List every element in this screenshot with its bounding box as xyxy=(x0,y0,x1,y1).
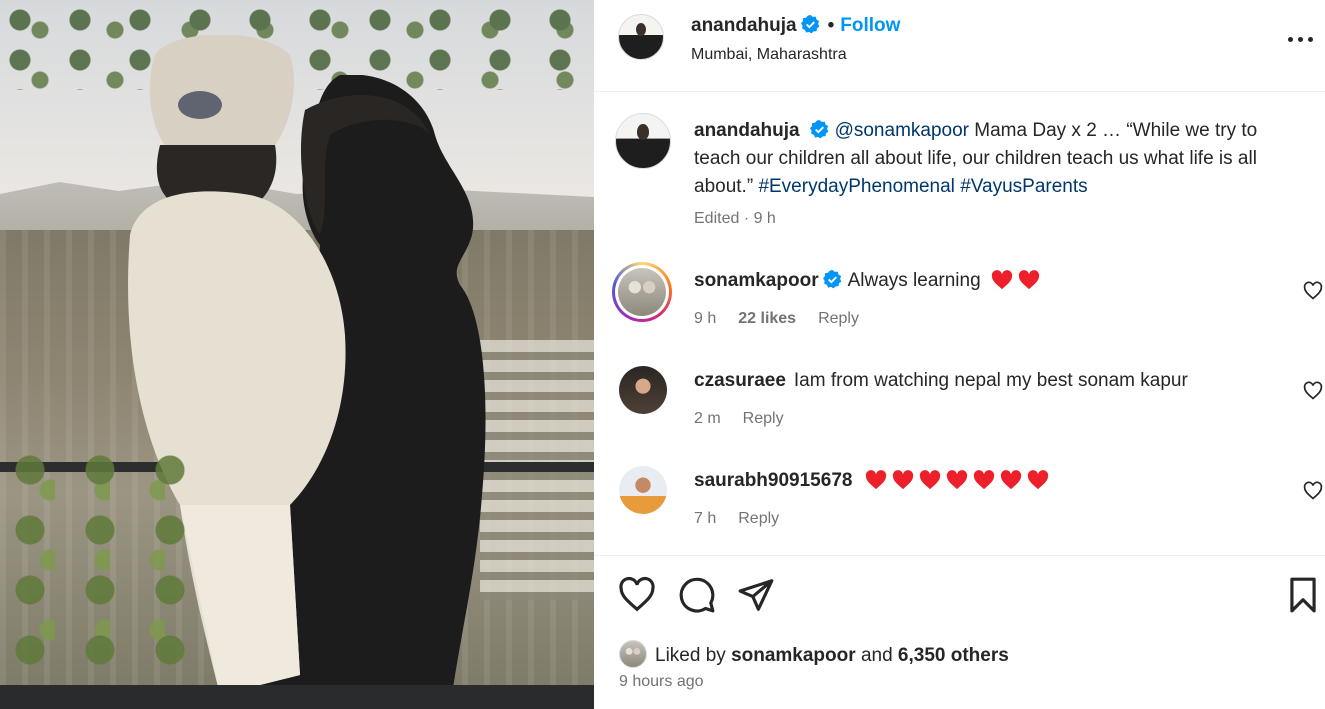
red-heart-emoji xyxy=(947,470,968,490)
post-location[interactable]: Mumbai, Maharashtra xyxy=(691,46,847,64)
comment-time: 2 m xyxy=(694,410,721,427)
red-heart-emoji-group xyxy=(986,270,1040,291)
author-avatar[interactable] xyxy=(618,14,664,60)
paper-plane-icon[interactable] xyxy=(737,576,775,614)
comment-item: czasuraee Iam from watching nepal my best… xyxy=(694,370,1188,392)
comment-likes-count[interactable]: 22 likes xyxy=(738,310,796,327)
caption-author-avatar[interactable] xyxy=(615,113,671,169)
post-header: anandahuja • Follow Mumbai, Maharashtra xyxy=(594,0,1325,92)
comment-avatar xyxy=(618,268,666,316)
author-line: anandahuja • Follow xyxy=(691,15,900,37)
red-heart-emoji xyxy=(991,270,1013,290)
liked-by-prefix: Liked by xyxy=(655,645,726,666)
red-heart-emoji xyxy=(974,470,995,490)
comment-body: Always learning xyxy=(847,270,981,291)
comment-time: 7 h xyxy=(694,510,717,527)
verified-badge-icon xyxy=(822,270,841,289)
post-details-panel: anandahuja • Follow Mumbai, Maharashtra an… xyxy=(594,0,1325,709)
red-heart-emoji xyxy=(866,470,887,490)
reply-button[interactable]: Reply xyxy=(738,510,779,527)
verified-badge-icon xyxy=(800,15,819,34)
caption-meta: Edited · 9 h xyxy=(694,210,776,227)
red-heart-emoji xyxy=(893,470,914,490)
post-actions-bar: Liked by sonamkapoor and 6,350 others 9 … xyxy=(594,555,1325,709)
comment-meta: 9 h 22 likes Reply xyxy=(694,310,859,328)
reply-button[interactable]: Reply xyxy=(818,310,859,327)
photo-lower-railing xyxy=(0,685,594,709)
comment-time: 9 h xyxy=(694,310,717,327)
liked-by-user[interactable]: sonamkapoor xyxy=(731,645,856,666)
comment-meta: 2 m Reply xyxy=(694,410,784,428)
comment-body: Iam from watching nepal my best sonam ka… xyxy=(793,370,1188,391)
photo-plant xyxy=(0,440,200,709)
bookmark-icon[interactable] xyxy=(1284,576,1322,614)
comment-avatar-story-ring[interactable] xyxy=(612,262,672,322)
liked-by-summary: Liked by sonamkapoor and 6,350 others xyxy=(619,640,1009,668)
post-timestamp[interactable]: 9 hours ago xyxy=(619,673,704,691)
comments-thread[interactable]: anandahuja @sonamkapoor Mama Day x 2 … “W… xyxy=(594,92,1325,555)
hashtag-link[interactable]: #VayusParents xyxy=(960,176,1087,197)
comment-bubble-icon[interactable] xyxy=(678,576,716,614)
header-separator: • xyxy=(827,15,835,36)
comment-username[interactable]: saurabh90915678 xyxy=(694,470,852,491)
author-username[interactable]: anandahuja xyxy=(691,15,797,36)
more-options-icon[interactable] xyxy=(1286,26,1316,50)
comment-username[interactable]: sonamkapoor xyxy=(694,270,819,291)
liked-by-middle: and xyxy=(860,645,893,666)
comment-like-icon[interactable] xyxy=(1303,481,1323,501)
comment-username[interactable]: czasuraee xyxy=(694,370,786,391)
caption-mention-link[interactable]: @sonamkapoor xyxy=(835,120,969,141)
verified-badge-icon xyxy=(809,120,828,139)
comment-like-icon[interactable] xyxy=(1303,381,1323,401)
comment-item: sonamkapoor Always learning xyxy=(694,270,1040,292)
red-heart-emoji xyxy=(1001,470,1022,490)
comment-item: saurabh90915678 xyxy=(694,470,1049,492)
liker-avatar[interactable] xyxy=(619,640,647,668)
caption-author[interactable]: anandahuja xyxy=(694,120,800,141)
red-heart-emoji xyxy=(920,470,941,490)
post-caption: anandahuja @sonamkapoor Mama Day x 2 … “W… xyxy=(694,117,1304,201)
comment-avatar[interactable] xyxy=(619,466,667,514)
comment-like-icon[interactable] xyxy=(1303,281,1323,301)
post-photo[interactable] xyxy=(0,0,594,709)
red-heart-emoji xyxy=(1028,470,1049,490)
red-heart-emoji-group xyxy=(860,470,1049,491)
hashtag-link[interactable]: #EverydayPhenomenal xyxy=(758,176,954,197)
liked-by-others[interactable]: 6,350 others xyxy=(898,645,1009,666)
red-heart-emoji xyxy=(1018,270,1040,290)
comment-meta: 7 h Reply xyxy=(694,510,779,528)
follow-button[interactable]: Follow xyxy=(840,15,900,36)
reply-button[interactable]: Reply xyxy=(743,410,784,427)
heart-outline-icon[interactable] xyxy=(618,576,656,614)
comment-avatar[interactable] xyxy=(619,366,667,414)
